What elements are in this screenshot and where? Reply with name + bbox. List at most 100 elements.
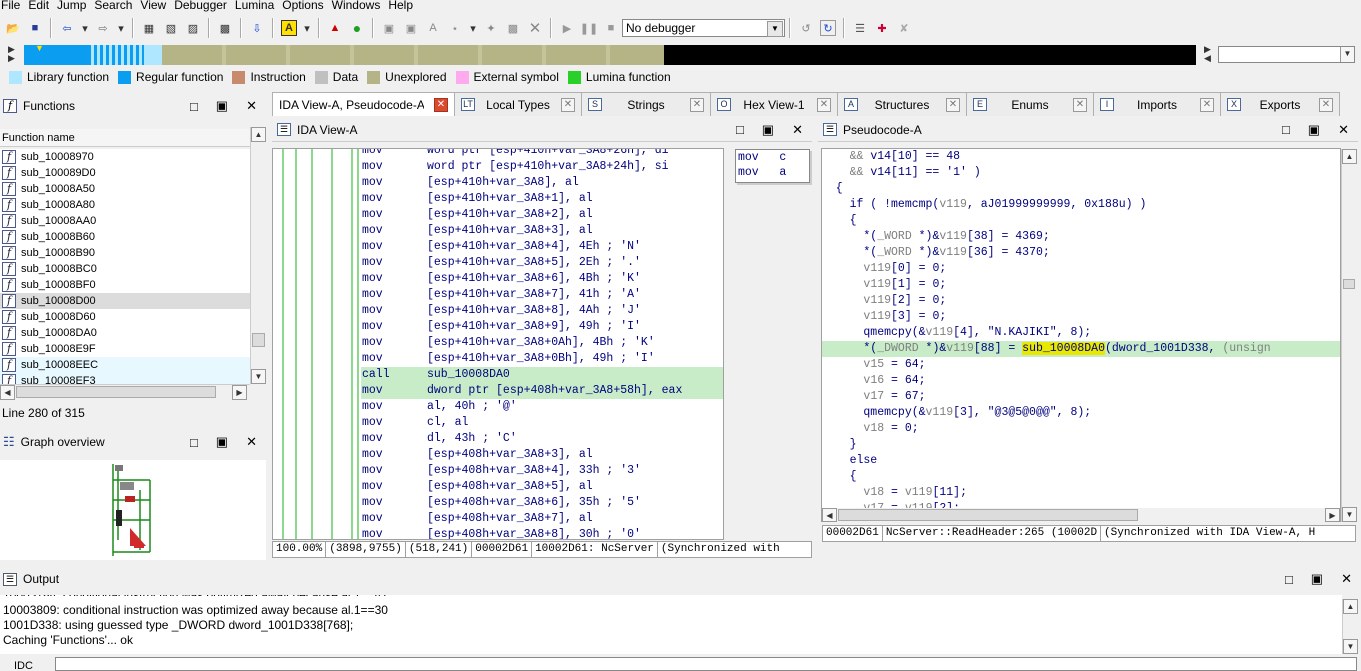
asm-line[interactable]: mov [esp+410h+var_3A8+3], al bbox=[361, 223, 723, 239]
asm-line[interactable]: mov [esp+410h+var_3A8], al bbox=[361, 175, 723, 191]
pseudocode-scroll-left-icon[interactable]: ◀ bbox=[822, 508, 837, 522]
menu-file[interactable]: File bbox=[0, 0, 24, 13]
function-row[interactable]: f sub_10008970 bbox=[0, 149, 250, 165]
output-maximize-icon[interactable]: □ bbox=[1285, 572, 1293, 587]
tab-close-icon[interactable]: ✕ bbox=[434, 97, 448, 112]
forward-dropdown-icon[interactable]: ▾ bbox=[117, 20, 125, 36]
menu-debugger[interactable]: Debugger bbox=[170, 0, 231, 13]
graph-overview-canvas[interactable] bbox=[0, 460, 266, 560]
output-body[interactable]: 10003784: conditional instruction was op… bbox=[0, 595, 1342, 654]
functions-scroll-right-icon[interactable]: ▶ bbox=[232, 385, 247, 400]
function-row[interactable]: f sub_10008EF3 bbox=[0, 373, 250, 384]
pseudocode-close-icon[interactable]: ✕ bbox=[1338, 122, 1349, 138]
undefine-icon[interactable]: ✕ bbox=[527, 20, 543, 37]
tab-hex-view-1[interactable]: O Hex View-1 ✕ bbox=[710, 92, 838, 116]
make-array-icon[interactable]: ⋆ bbox=[447, 20, 463, 36]
asm-line[interactable]: mov [esp+410h+var_3A8+0Bh], 49h ; 'I' bbox=[361, 351, 723, 367]
menu-jump[interactable]: Jump bbox=[53, 0, 90, 13]
pseudocode-float-icon[interactable]: ▣ bbox=[1308, 122, 1320, 138]
function-row[interactable]: f sub_10008EEC bbox=[0, 357, 250, 373]
menu-edit[interactable]: Edit bbox=[24, 0, 53, 13]
font-dropdown-icon[interactable]: ▾ bbox=[303, 20, 311, 36]
function-row[interactable]: f sub_100089D0 bbox=[0, 165, 250, 181]
functions-column-header[interactable]: Function name bbox=[0, 129, 250, 147]
output-float-icon[interactable]: ▣ bbox=[1311, 571, 1323, 587]
graph-close-icon[interactable]: ✕ bbox=[246, 434, 257, 450]
asm-line[interactable]: mov [esp+410h+var_3A8+2], al bbox=[361, 207, 723, 223]
output-close-icon[interactable]: ✕ bbox=[1341, 571, 1352, 587]
output-scroll-up-icon[interactable]: ▲ bbox=[1343, 599, 1358, 614]
asm-line[interactable]: mov [esp+410h+var_3A8+8], 4Ah ; 'J' bbox=[361, 303, 723, 319]
asm-line[interactable]: mov [esp+408h+var_3A8+5], al bbox=[361, 479, 723, 495]
tab-close-icon[interactable]: ✕ bbox=[946, 97, 960, 112]
graph-float-icon[interactable]: ▣ bbox=[216, 434, 228, 450]
tab-close-icon[interactable]: ✕ bbox=[690, 97, 704, 112]
asm-line[interactable]: mov al, 40h ; '@' bbox=[361, 399, 723, 415]
menu-view[interactable]: View bbox=[136, 0, 170, 13]
ida-view-maximize-icon[interactable]: □ bbox=[736, 122, 744, 137]
asm-line[interactable]: mov [esp+410h+var_3A8+4], 4Eh ; 'N' bbox=[361, 239, 723, 255]
functions-scroll-down-icon[interactable]: ▼ bbox=[251, 369, 266, 384]
functions-scroll-thumb[interactable] bbox=[252, 333, 265, 347]
pseudocode-listing[interactable]: && v14[10] == 48 && v14[11] == '1' ) { i… bbox=[822, 149, 1340, 519]
command-language-label[interactable]: IDC bbox=[14, 660, 33, 671]
disassembly-listing[interactable]: mov word ptr [esp+410h+var_3A8+26h], di mo… bbox=[361, 149, 723, 539]
function-row[interactable]: f sub_10008D00 bbox=[0, 293, 250, 309]
function-row[interactable]: f sub_10008AA0 bbox=[0, 213, 250, 229]
plugin-icon[interactable]: ✚ bbox=[874, 20, 890, 36]
function-row[interactable]: f sub_10008B90 bbox=[0, 245, 250, 261]
graph-side-node[interactable]: mov c mov a bbox=[735, 149, 810, 183]
tab-close-icon[interactable]: ✕ bbox=[1319, 97, 1333, 112]
menu-windows[interactable]: Windows bbox=[328, 0, 385, 13]
asm-line[interactable]: mov [esp+408h+var_3A8+7], al bbox=[361, 511, 723, 527]
tab-close-icon[interactable]: ✕ bbox=[817, 97, 831, 112]
pseudocode-hscroll[interactable]: ◀ ▶ bbox=[822, 508, 1340, 522]
function-row[interactable]: f sub_10008D60 bbox=[0, 309, 250, 325]
graph-maximize-icon[interactable]: □ bbox=[190, 435, 198, 450]
open-icon[interactable]: 📂 bbox=[5, 20, 21, 36]
immediate-search-icon[interactable]: ▨ bbox=[185, 20, 201, 36]
asm-line[interactable]: mov [esp+410h+var_3A8+0Ah], 4Bh ; 'K' bbox=[361, 335, 723, 351]
debugger-select[interactable]: No debugger bbox=[622, 19, 785, 37]
warning-icon[interactable]: ▲ bbox=[327, 20, 343, 36]
asm-line[interactable]: mov [esp+408h+var_3A8+4], 33h ; '3' bbox=[361, 463, 723, 479]
asm-line[interactable]: mov [esp+410h+var_3A8+5], 2Eh ; '.' bbox=[361, 255, 723, 271]
tab-close-icon[interactable]: ✕ bbox=[561, 97, 575, 112]
navigation-band[interactable]: ▶ ▶ ▼ ▶ ◀ ▼ bbox=[0, 43, 1361, 65]
run-icon[interactable]: ● bbox=[349, 20, 365, 36]
pseudocode-scroll-up-icon[interactable]: ▲ bbox=[1342, 149, 1357, 164]
text-search-icon[interactable]: ▧ bbox=[163, 20, 179, 36]
asm-line[interactable]: mov [esp+408h+var_3A8+8], 30h ; '0' bbox=[361, 527, 723, 539]
tab-close-icon[interactable]: ✕ bbox=[1073, 97, 1087, 112]
pseudocode-scroll-thumb[interactable] bbox=[1343, 279, 1355, 289]
function-row[interactable]: f sub_10008BC0 bbox=[0, 261, 250, 277]
menu-lumina[interactable]: Lumina bbox=[231, 0, 278, 13]
output-vscroll[interactable]: ▲ ▼ bbox=[1342, 599, 1358, 654]
asm-line[interactable]: mov [esp+410h+var_3A8+9], 49h ; 'I' bbox=[361, 319, 723, 335]
struct-icon[interactable]: ✦ bbox=[483, 20, 499, 36]
function-row[interactable]: f sub_10008DA0 bbox=[0, 325, 250, 341]
tab-enums[interactable]: E Enums ✕ bbox=[966, 92, 1094, 116]
asm-line[interactable]: mov word ptr [esp+410h+var_3A8+26h], di bbox=[361, 149, 723, 159]
command-input[interactable] bbox=[55, 657, 1357, 671]
menu-help[interactable]: Help bbox=[384, 0, 417, 13]
nav-zoom-select[interactable]: ▼ bbox=[1218, 46, 1355, 63]
forward-icon[interactable]: ⇨ bbox=[95, 20, 111, 36]
tab-close-icon[interactable]: ✕ bbox=[1200, 97, 1214, 112]
nav-left-arrow-icon[interactable]: ▶ ▶ bbox=[8, 45, 15, 63]
asm-line[interactable]: mov [esp+410h+var_3A8+7], 41h ; 'A' bbox=[361, 287, 723, 303]
debug-stop-icon[interactable]: ■ bbox=[603, 20, 619, 36]
pseudocode-scroll-right-icon[interactable]: ▶ bbox=[1325, 508, 1340, 522]
function-row[interactable]: f sub_10008A80 bbox=[0, 197, 250, 213]
function-row[interactable]: f sub_10008E9F bbox=[0, 341, 250, 357]
asm-line[interactable]: call sub_10008DA0 bbox=[361, 367, 723, 383]
asm-line[interactable]: mov word ptr [esp+410h+var_3A8+24h], si bbox=[361, 159, 723, 175]
functions-hscroll[interactable]: ◀ ▶ bbox=[0, 384, 250, 400]
font-icon[interactable]: A bbox=[281, 20, 297, 36]
asm-line[interactable]: mov [esp+410h+var_3A8+1], al bbox=[361, 191, 723, 207]
make-string-icon[interactable]: A bbox=[425, 20, 441, 36]
nav-right-arrow-icon[interactable]: ▶ ◀ bbox=[1204, 45, 1211, 63]
output-scroll-down-icon[interactable]: ▼ bbox=[1343, 639, 1358, 654]
asm-line[interactable]: mov dl, 43h ; 'C' bbox=[361, 431, 723, 447]
ida-view-float-icon[interactable]: ▣ bbox=[762, 122, 774, 138]
